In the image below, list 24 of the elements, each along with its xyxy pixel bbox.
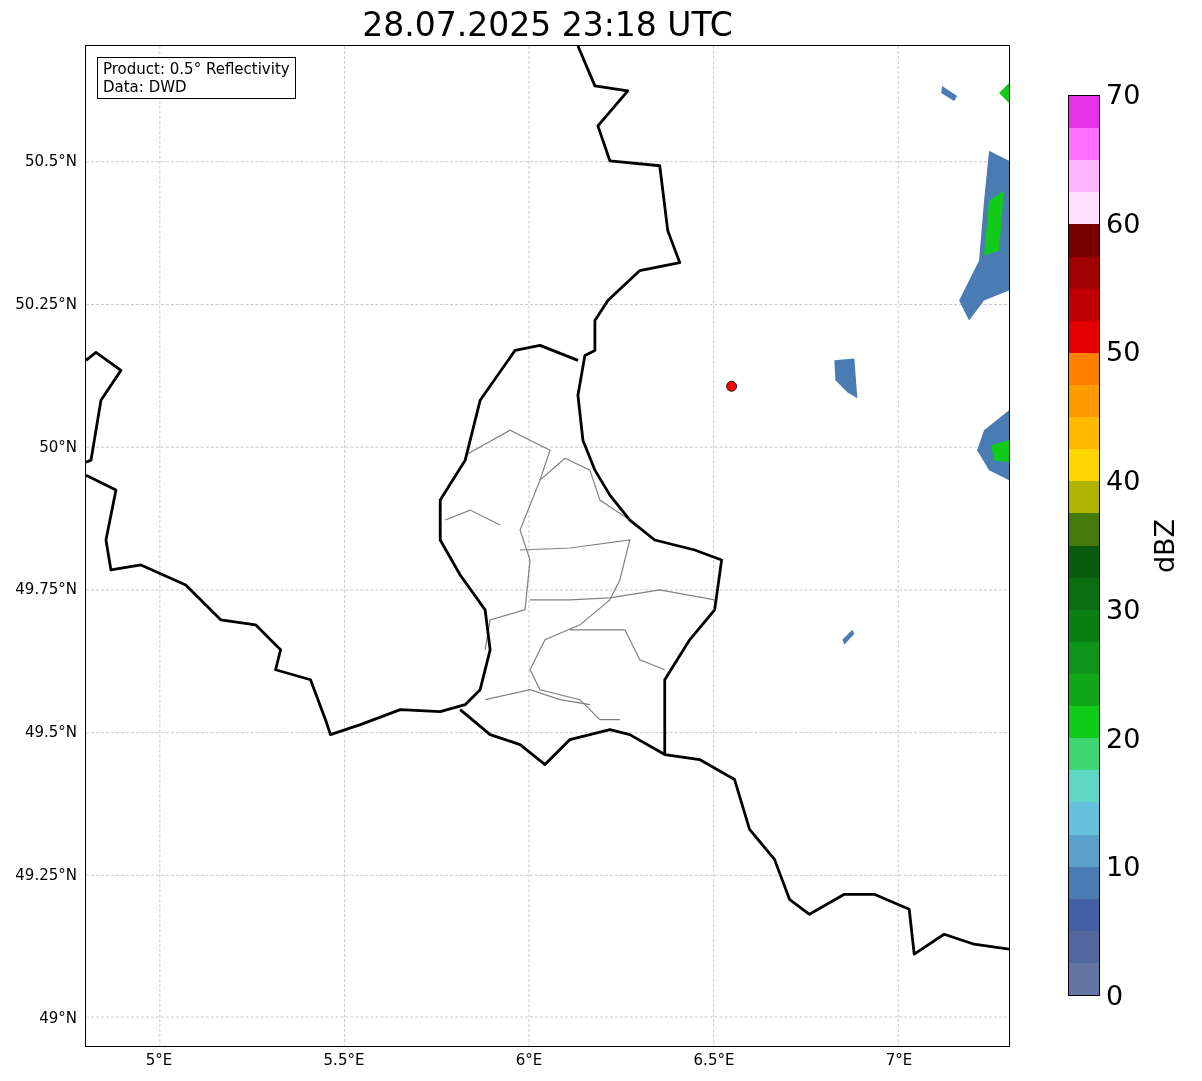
chart-title: 28.07.2025 23:18 UTC	[362, 5, 733, 45]
longitude-label: 6°E	[515, 1051, 543, 1069]
colorbar-tick-label: 20	[1105, 722, 1141, 755]
colorbar-tick-label: 50	[1105, 336, 1141, 369]
latitude-label: 49.75°N	[15, 580, 78, 599]
longitude-label: 6.5°E	[693, 1051, 735, 1069]
colorbar-tick-label: 70	[1105, 79, 1141, 111]
longitude-label: 5°E	[145, 1051, 173, 1069]
colorbar-tick-label: 10	[1105, 851, 1141, 884]
colorbar-label: dBZ	[1149, 518, 1181, 573]
colorbar-tick-label: 40	[1105, 465, 1141, 498]
colorbar-tick-label: 0	[1105, 980, 1124, 1012]
legend-text: Product: 0.5° Reflectivity	[103, 60, 290, 78]
latitude-label: 49.5°N	[24, 723, 78, 742]
colorbar-tick-label: 60	[1105, 207, 1141, 240]
longitude-label: 5.5°E	[323, 1051, 365, 1069]
latitude-label: 50.5°N	[24, 152, 78, 170]
legend-text: Data: DWD	[103, 78, 188, 96]
longitude-label: 7°E	[885, 1051, 913, 1069]
latitude-label: 50.25°N	[15, 294, 78, 313]
latitude-label: 50°N	[39, 437, 78, 456]
latitude-label: 49°N	[39, 1008, 78, 1027]
colorbar-tick-label: 30	[1105, 593, 1141, 626]
latitude-label: 49.25°N	[15, 866, 78, 884]
